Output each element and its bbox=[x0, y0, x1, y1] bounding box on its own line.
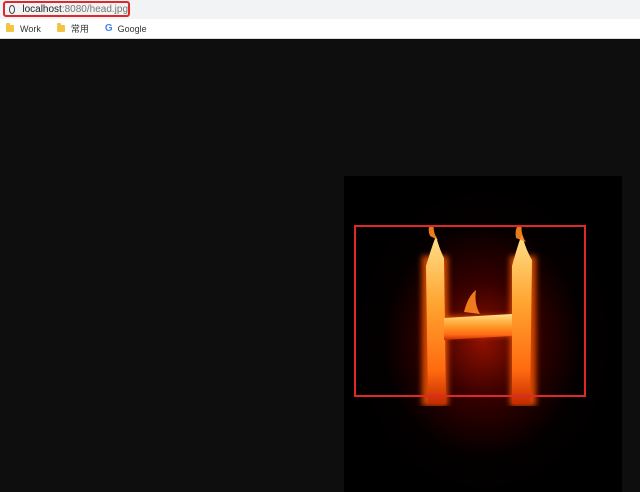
bookmark-work[interactable]: Work bbox=[6, 23, 41, 34]
bookmark-label: Work bbox=[20, 23, 41, 34]
displayed-image bbox=[344, 176, 622, 492]
url-path: :8080/head.jpg bbox=[61, 3, 128, 15]
info-icon[interactable] bbox=[9, 4, 16, 14]
bookmarks-bar: Work 常用 G Google bbox=[0, 19, 640, 39]
google-icon: G bbox=[104, 23, 113, 34]
bookmark-changyong[interactable]: 常用 bbox=[56, 22, 89, 35]
address-bar[interactable]: localhost :8080/head.jpg bbox=[0, 0, 640, 19]
url-host: localhost bbox=[22, 3, 62, 15]
bookmark-label: 常用 bbox=[70, 24, 89, 34]
url-field[interactable]: localhost :8080/head.jpg bbox=[3, 1, 130, 17]
browser-chrome: localhost :8080/head.jpg Work 常用 G Googl… bbox=[0, 0, 640, 39]
page-viewport bbox=[0, 39, 640, 492]
folder-icon bbox=[56, 23, 65, 32]
red-highlight-box bbox=[354, 225, 586, 397]
bookmark-label: Google bbox=[117, 23, 147, 34]
bookmark-google[interactable]: G Google bbox=[105, 23, 147, 34]
folder-icon bbox=[6, 23, 14, 32]
